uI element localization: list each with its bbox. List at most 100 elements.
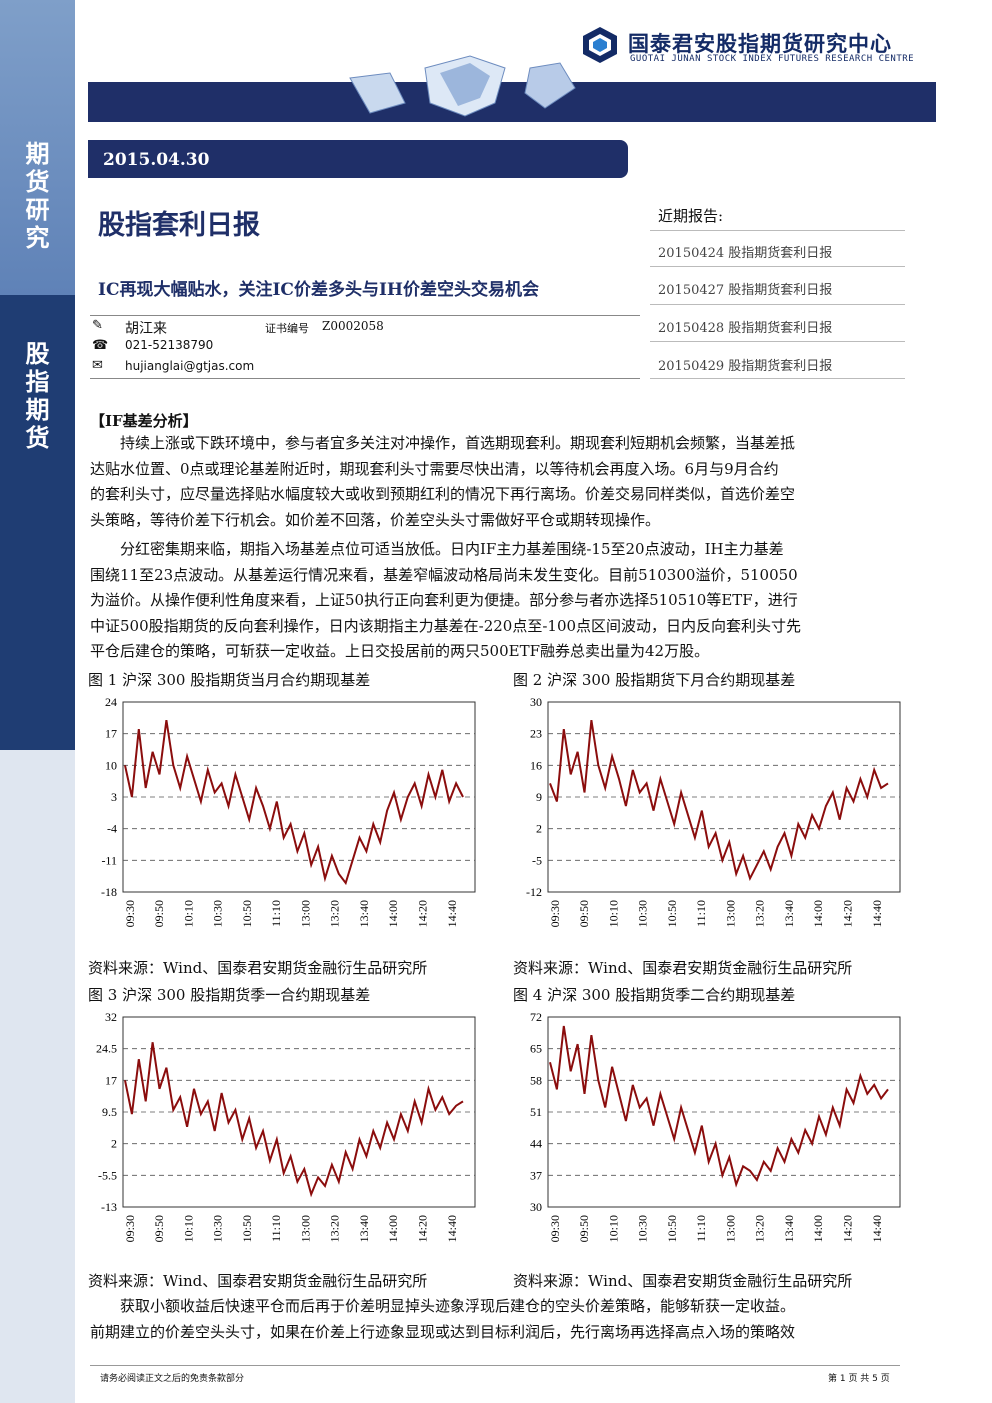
x-tick-label: 13:00 bbox=[723, 900, 737, 927]
y-tick-label: 72 bbox=[530, 1010, 542, 1024]
recent-report-item[interactable]: 20150429 股指期货套利日报 bbox=[658, 355, 832, 374]
x-tick-label: 13:00 bbox=[723, 1215, 737, 1242]
y-tick-label: 2 bbox=[536, 822, 542, 836]
y-tick-label: -5 bbox=[532, 853, 542, 867]
figure-3-source: 资料来源：Wind、国泰君安期货金融衍生品研究所 bbox=[88, 1272, 428, 1290]
x-tick-label: 13:20 bbox=[328, 1215, 342, 1242]
x-tick-label: 14:00 bbox=[811, 900, 825, 927]
y-tick-label: -12 bbox=[526, 885, 542, 899]
x-tick-label: 13:40 bbox=[357, 900, 371, 927]
x-tick-label: 10:10 bbox=[606, 1215, 620, 1242]
x-tick-label: 10:10 bbox=[181, 900, 195, 927]
y-tick-label: 3 bbox=[111, 790, 117, 804]
phone-icon: ☎ bbox=[92, 338, 109, 353]
y-tick-label: 9 bbox=[536, 790, 542, 804]
figure-2-source: 资料来源：Wind、国泰君安期货金融衍生品研究所 bbox=[513, 959, 853, 977]
x-tick-label: 13:40 bbox=[782, 1215, 796, 1242]
divider bbox=[650, 378, 905, 379]
y-tick-label: 58 bbox=[530, 1073, 542, 1087]
chart-2: 30 23 16 9 2 -5 -12 09:30 09:50 10:10 10:30 10:50 11… bbox=[526, 695, 901, 927]
divider bbox=[650, 304, 905, 305]
figure-1-caption: 图 1 沪深 300 股指期货当月合约期现基差 bbox=[88, 671, 371, 689]
x-tick-label: 14:00 bbox=[811, 1215, 825, 1242]
x-tick-label: 09:50 bbox=[152, 900, 166, 927]
x-tick-label: 09:50 bbox=[152, 1215, 166, 1242]
x-tick-label: 09:30 bbox=[548, 900, 562, 927]
email-icon: ✉ bbox=[92, 358, 103, 373]
report-title: 股指套利日报 bbox=[98, 210, 260, 241]
x-tick-label: 13:40 bbox=[782, 900, 796, 927]
figure-4-caption: 图 4 沪深 300 股指期货季二合约期现基差 bbox=[513, 986, 796, 1004]
figure-3-caption: 图 3 沪深 300 股指期货季一合约期现基差 bbox=[88, 986, 371, 1004]
y-tick-label: 37 bbox=[530, 1168, 542, 1182]
x-tick-label: 10:30 bbox=[636, 900, 650, 927]
x-tick-label: 14:00 bbox=[386, 900, 400, 927]
divider bbox=[650, 341, 905, 342]
sidebar-pale-strip bbox=[0, 750, 75, 1403]
divider bbox=[90, 378, 640, 379]
x-tick-label: 09:30 bbox=[123, 1215, 137, 1242]
pen-icon: ✎ bbox=[92, 318, 103, 333]
x-tick-label: 10:50 bbox=[240, 1215, 254, 1242]
x-tick-label: 09:30 bbox=[548, 1215, 562, 1242]
x-tick-label: 13:20 bbox=[753, 900, 767, 927]
x-tick-label: 10:30 bbox=[211, 900, 225, 927]
x-tick-label: 14:40 bbox=[870, 1215, 884, 1242]
x-tick-label: 11:10 bbox=[694, 900, 708, 927]
y-tick-label: 17 bbox=[105, 727, 117, 741]
y-tick-label: 30 bbox=[530, 695, 542, 709]
x-tick-label: 09:30 bbox=[123, 900, 137, 927]
x-tick-label: 11:10 bbox=[269, 900, 283, 927]
figure-2-caption: 图 2 沪深 300 股指期货下月合约期现基差 bbox=[513, 671, 796, 689]
divider bbox=[650, 266, 905, 267]
author-name: 胡江来 bbox=[125, 321, 167, 337]
y-tick-label: 24 bbox=[105, 695, 117, 709]
y-tick-label: 32 bbox=[105, 1010, 117, 1024]
paragraph-2: 分红密集期来临，期指入场基差点位可适当放低。日内IF主力基差围绕-15至20点波… bbox=[90, 540, 802, 660]
basis-series-line bbox=[549, 719, 889, 882]
footer-page-number: 第 1 页 共 5 页 bbox=[828, 1374, 890, 1384]
x-tick-label: 10:10 bbox=[181, 1215, 195, 1242]
paragraph-1: 持续上涨或下跌环境中，参与者宜多关注对冲操作，首选期现套利。期现套利短期机会频繁… bbox=[90, 434, 796, 529]
y-tick-label: 30 bbox=[530, 1200, 542, 1214]
author-email[interactable]: hujianglai@gtjas.com bbox=[125, 359, 254, 373]
section-title: 【IF基差分析】 bbox=[90, 412, 198, 430]
y-tick-label: 17 bbox=[105, 1073, 117, 1087]
cert-number: Z0002058 bbox=[322, 319, 384, 333]
y-tick-label: 24.5 bbox=[96, 1042, 117, 1056]
recent-report-item[interactable]: 20150424 股指期货套利日报 bbox=[658, 242, 832, 261]
recent-report-item[interactable]: 20150427 股指期货套利日报 bbox=[658, 279, 832, 298]
x-tick-label: 10:50 bbox=[665, 900, 679, 927]
x-tick-label: 14:20 bbox=[415, 900, 429, 927]
x-tick-label: 14:20 bbox=[415, 1215, 429, 1242]
sidebar-label-index-futures: 股指期货 bbox=[25, 340, 50, 452]
report-subtitle: IC再现大幅贴水，关注IC价差多头与IH价差空头交易机会 bbox=[98, 280, 539, 300]
y-tick-label: 51 bbox=[530, 1105, 542, 1119]
y-tick-label: 23 bbox=[530, 727, 542, 741]
footer-rule bbox=[90, 1365, 900, 1366]
footer-disclaimer: 请务必阅读正文之后的免责条款部分 bbox=[100, 1374, 245, 1384]
recent-report-item[interactable]: 20150428 股指期货套利日报 bbox=[658, 317, 832, 336]
x-tick-label: 10:30 bbox=[636, 1215, 650, 1242]
x-tick-label: 10:50 bbox=[240, 900, 254, 927]
y-tick-label: 9.5 bbox=[102, 1105, 117, 1119]
y-tick-label: -5.5 bbox=[98, 1168, 117, 1182]
y-tick-label: -18 bbox=[101, 885, 117, 899]
y-tick-label: -11 bbox=[101, 853, 117, 867]
x-tick-label: 13:40 bbox=[357, 1215, 371, 1242]
x-tick-label: 14:40 bbox=[445, 900, 459, 927]
x-tick-label: 13:20 bbox=[328, 900, 342, 927]
x-tick-label: 10:10 bbox=[606, 900, 620, 927]
y-tick-label: -13 bbox=[101, 1200, 117, 1214]
diamond-graphic bbox=[349, 55, 576, 117]
x-tick-label: 11:10 bbox=[694, 1215, 708, 1242]
divider bbox=[650, 230, 905, 231]
basis-series-line bbox=[124, 719, 464, 886]
x-tick-label: 13:00 bbox=[298, 900, 312, 927]
x-tick-label: 10:50 bbox=[665, 1215, 679, 1242]
basis-series-line bbox=[549, 1025, 889, 1188]
y-tick-label: 10 bbox=[105, 758, 117, 772]
sidebar-label-research: 期货研究 bbox=[25, 140, 50, 252]
x-tick-label: 11:10 bbox=[269, 1215, 283, 1242]
author-phone: 021-52138790 bbox=[125, 338, 214, 352]
